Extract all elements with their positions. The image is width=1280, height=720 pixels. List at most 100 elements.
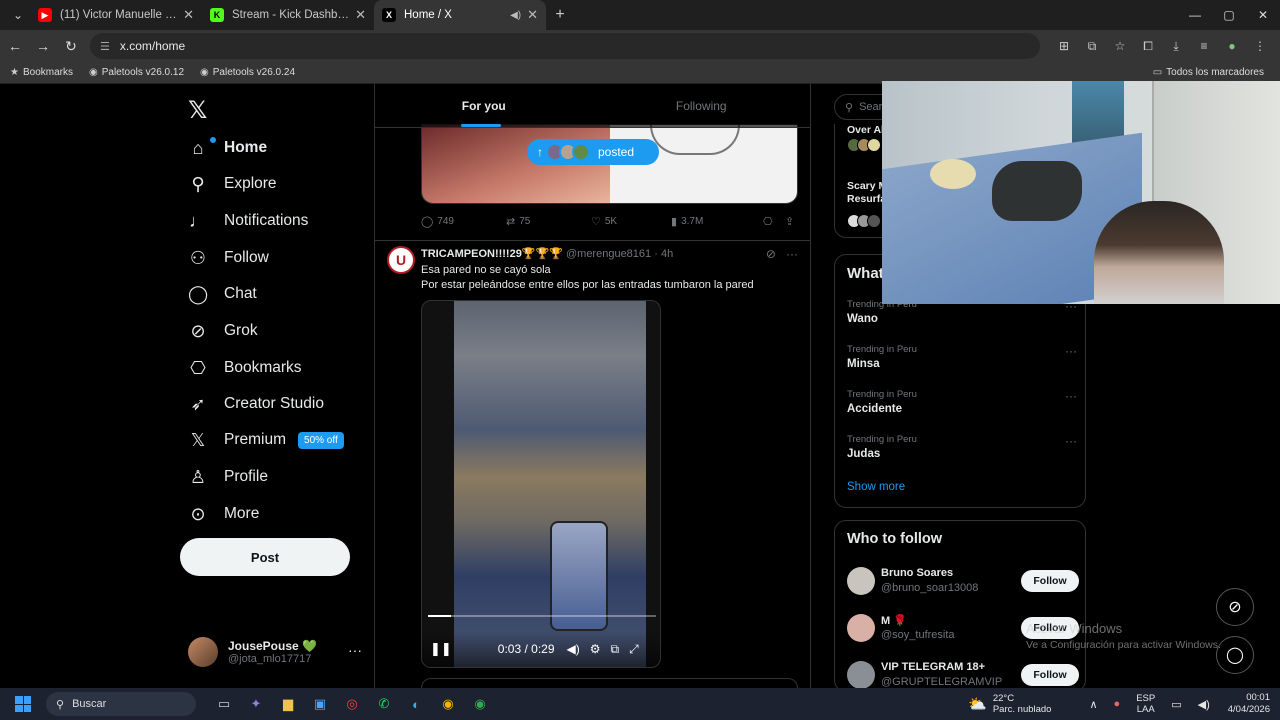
bookmarks-button[interactable]: ★ Bookmarks: [10, 67, 73, 78]
settings-icon[interactable]: ⚙: [590, 642, 601, 656]
tab-search-button[interactable]: ⌄: [6, 4, 30, 26]
install-icon[interactable]: ⧉: [1080, 33, 1104, 59]
extensions-icon[interactable]: ⧠: [1136, 33, 1160, 59]
profile-icon[interactable]: ●: [1220, 33, 1244, 59]
trend-item[interactable]: Trending in Peru Minsa ···: [847, 344, 1077, 370]
microphone-icon[interactable]: ●: [1114, 698, 1121, 710]
translate-icon[interactable]: ⊞: [1052, 33, 1076, 59]
language-indicator[interactable]: ESP LAA: [1136, 693, 1155, 715]
trend-name: Wano: [847, 313, 878, 325]
nav-premium[interactable]: 𝕏 Premium 50% off: [188, 425, 344, 455]
new-posts-pill[interactable]: ↑ posted: [527, 139, 659, 165]
author-name[interactable]: TRICAMPEON!!!!29🏆🏆🏆: [421, 248, 563, 260]
speaker-icon[interactable]: ◀): [510, 10, 521, 21]
site-info-icon[interactable]: ☰: [100, 40, 110, 53]
tab-kick[interactable]: K Stream - Kick Dashboard ✕: [202, 0, 374, 30]
network-icon[interactable]: ▭: [1171, 698, 1181, 711]
nav-follow[interactable]: ⚇ Follow: [188, 243, 269, 273]
minimize-icon[interactable]: —: [1178, 0, 1212, 30]
url-field[interactable]: ☰ x.com/home: [90, 33, 1040, 59]
store-icon[interactable]: ▣: [308, 692, 332, 716]
x-logo-icon[interactable]: 𝕏: [188, 96, 207, 125]
repost-button[interactable]: ⇄ 75: [506, 215, 591, 228]
new-tab-button[interactable]: +: [546, 6, 574, 24]
forward-icon[interactable]: →: [30, 33, 56, 59]
views-button[interactable]: ▮ 3.7M: [671, 215, 763, 228]
nav-bookmarks[interactable]: ⎔ Bookmarks: [188, 353, 301, 383]
live-title[interactable]: Over Al: [847, 124, 884, 136]
volume-icon[interactable]: ◀): [567, 642, 580, 656]
all-bookmarks-button[interactable]: ▭ Todos los marcadores: [1153, 67, 1264, 78]
bookmark-item[interactable]: ◉ Paletools v26.0.24: [200, 67, 295, 78]
download-icon[interactable]: ⤓: [1164, 33, 1188, 59]
bookmark-item[interactable]: ◉ Paletools v26.0.12: [89, 67, 184, 78]
media-icon[interactable]: ≡: [1192, 33, 1216, 59]
nav-creator-studio[interactable]: ➶ Creator Studio: [188, 389, 324, 419]
post-button[interactable]: Post: [180, 538, 350, 576]
more-dots-icon[interactable]: ···: [1065, 434, 1077, 448]
nav-grok[interactable]: ⊘ Grok: [188, 316, 257, 346]
task-view-icon[interactable]: ▭: [212, 692, 236, 716]
close-window-icon[interactable]: ✕: [1246, 0, 1280, 30]
chrome-icon[interactable]: ◉: [436, 692, 460, 716]
nav-explore[interactable]: ⚲ Explore: [188, 169, 276, 199]
back-icon[interactable]: ←: [2, 33, 28, 59]
avatar[interactable]: U: [387, 246, 415, 274]
tweet-time[interactable]: 4h: [661, 248, 673, 260]
app-icon[interactable]: ◎: [340, 692, 364, 716]
whatsapp-icon[interactable]: ✆: [372, 692, 396, 716]
close-tab-icon[interactable]: ✕: [355, 7, 366, 23]
copilot-icon[interactable]: ✦: [244, 692, 268, 716]
star-icon[interactable]: ☆: [1108, 33, 1132, 59]
grok-float-button[interactable]: ⊘: [1216, 588, 1254, 626]
like-button[interactable]: ♡ 5K: [591, 215, 671, 228]
trend-item[interactable]: Trending in Peru Judas ···: [847, 434, 1077, 460]
fullscreen-icon[interactable]: ⤢: [629, 642, 639, 657]
follow-button[interactable]: Follow: [1021, 664, 1079, 686]
file-explorer-icon[interactable]: ▆: [276, 692, 300, 716]
pip-icon[interactable]: ⧉: [611, 642, 620, 657]
video-player[interactable]: ❚❚ 0:03 / 0:29 ◀) ⚙ ⧉ ⤢: [421, 300, 661, 668]
chevron-up-icon[interactable]: ∧: [1089, 698, 1097, 711]
close-tab-icon[interactable]: ✕: [183, 7, 194, 23]
show-more-link[interactable]: Show more: [847, 481, 905, 493]
video-progress-bar[interactable]: [428, 615, 656, 617]
clock[interactable]: 00:01 4/04/2026: [1228, 692, 1270, 716]
account-switcher[interactable]: JousePouse 💚 @jota_mlo17717 ···: [188, 632, 368, 672]
pause-icon[interactable]: ❚❚: [430, 641, 452, 657]
taskbar-search[interactable]: ⚲ Buscar: [46, 692, 196, 716]
volume-icon[interactable]: ◀): [1198, 698, 1210, 711]
more-dots-icon[interactable]: ···: [786, 247, 798, 261]
more-dots-icon[interactable]: ···: [1065, 389, 1077, 403]
nav-notifications[interactable]: ♩ Notifications: [188, 206, 308, 236]
reply-button[interactable]: ◯ 749: [421, 215, 506, 228]
close-tab-icon[interactable]: ✕: [527, 7, 538, 23]
follow-button[interactable]: Follow: [1021, 570, 1079, 592]
trend-item[interactable]: Trending in Peru Accidente ···: [847, 389, 1077, 415]
nav-chat[interactable]: ◯ Chat: [188, 279, 257, 309]
nav-more[interactable]: ⊙ More: [188, 499, 259, 529]
live-title[interactable]: Resurfa: [847, 193, 886, 205]
start-button[interactable]: [6, 688, 40, 720]
nav-profile[interactable]: ♙ Profile: [188, 462, 268, 492]
tab-youtube[interactable]: ▶ (11) Victor Manuelle - Mala y P ✕: [30, 0, 202, 30]
menu-icon[interactable]: ⋮: [1248, 33, 1272, 59]
reload-icon[interactable]: ↻: [58, 33, 84, 59]
weather-widget[interactable]: ⛅ 22°C Parc. nublado: [968, 693, 1051, 715]
chrome-icon[interactable]: ◉: [468, 692, 492, 716]
tab-for-you[interactable]: For you: [375, 84, 593, 127]
maximize-icon[interactable]: ▢: [1212, 0, 1246, 30]
suggested-user[interactable]: Bruno Soares @bruno_soar13008 Follow: [847, 565, 1079, 601]
nav-home[interactable]: ⌂ Home: [188, 133, 267, 163]
messages-float-button[interactable]: ◯: [1216, 636, 1254, 674]
more-dots-icon[interactable]: ···: [1065, 344, 1077, 358]
more-dots-icon[interactable]: ···: [348, 642, 362, 658]
tab-x-home[interactable]: X Home / X ◀) ✕: [374, 0, 546, 30]
share-button[interactable]: ⇪: [785, 215, 798, 228]
grok-icon[interactable]: ⊘: [766, 247, 776, 261]
tab-following[interactable]: Following: [593, 84, 811, 127]
bookmark-button[interactable]: ⎔: [763, 215, 785, 228]
edge-icon[interactable]: ◐: [404, 692, 428, 716]
suggested-user[interactable]: VIP TELEGRAM 18+ @GRUPTELEGRAMVIP Follow: [847, 659, 1079, 688]
author-handle[interactable]: @merengue8161: [566, 248, 651, 260]
